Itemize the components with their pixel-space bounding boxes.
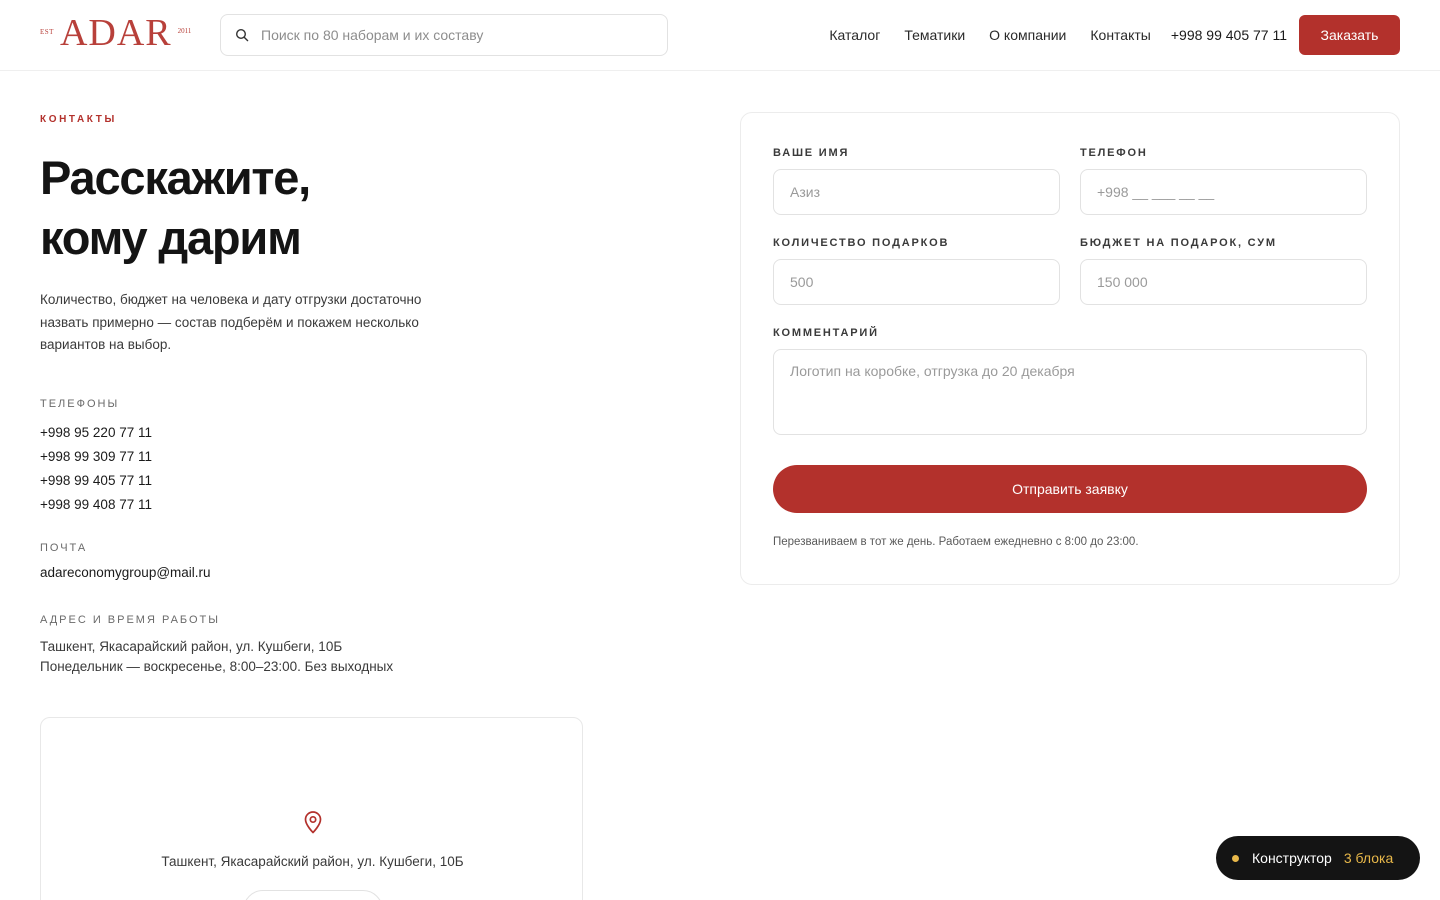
page-title-line-1: Расскажите, (40, 151, 311, 204)
page-title: Расскажите, кому дарим (40, 148, 460, 268)
nav-item-catalog[interactable]: Каталог (829, 22, 880, 48)
quantity-field[interactable] (773, 259, 1060, 305)
map-address: Ташкент, Якасарайский район, ул. Кушбеги… (161, 854, 464, 869)
working-hours: Понедельник — воскресенье, 8:00–23:00. Б… (40, 659, 394, 674)
map-open-button[interactable] (243, 890, 383, 900)
logo-est: EST (40, 28, 54, 36)
brand-logo[interactable]: EST ADAR 2011 (40, 14, 191, 52)
submit-button[interactable]: Отправить заявку (773, 465, 1367, 513)
comment-label: КОММЕНТАРИЙ (773, 327, 879, 339)
name-label: ВАШЕ ИМЯ (773, 147, 850, 159)
quantity-label: КОЛИЧЕСТВО ПОДАРКОВ (773, 237, 950, 249)
constructor-label: Конструктор (1252, 850, 1332, 866)
phone-item[interactable]: +998 99 408 77 11 (40, 493, 152, 517)
page-title-line-2: кому дарим (40, 211, 302, 264)
search-input[interactable] (261, 27, 641, 43)
phone-item[interactable]: +998 99 405 77 11 (40, 469, 152, 493)
email-label: ПОЧТА (40, 542, 88, 554)
address-label: АДРЕС И ВРЕМЯ РАБОТЫ (40, 614, 221, 626)
logo-wordmark: ADAR (59, 12, 172, 54)
form-note: Перезваниваем в тот же день. Работаем еж… (773, 536, 1139, 548)
address-block: Ташкент, Якасарайский район, ул. Кушбеги… (40, 637, 393, 677)
nav-item-contacts[interactable]: Контакты (1090, 22, 1150, 48)
email-link[interactable]: adareconomygroup@mail.ru (40, 565, 211, 580)
map-pin-icon (304, 811, 322, 834)
phone-label: ТЕЛЕФОН (1080, 147, 1148, 159)
comment-field[interactable] (773, 349, 1367, 435)
order-button[interactable]: Заказать (1299, 15, 1400, 55)
name-field[interactable] (773, 169, 1060, 215)
phones-list: +998 95 220 77 11 +998 99 309 77 11 +998… (40, 421, 152, 517)
constructor-count-badge: 3 блока (1343, 850, 1394, 866)
budget-label: БЮДЖЕТ НА ПОДАРОК, СУМ (1080, 237, 1277, 249)
constructor-button[interactable]: Конструктор 3 блока (1216, 836, 1420, 880)
main-nav: Каталог Тематики О компании Контакты +99… (805, 22, 1287, 48)
search-icon (235, 28, 249, 42)
map-card: Ташкент, Якасарайский район, ул. Кушбеги… (40, 717, 583, 900)
logo-year: 2011 (177, 27, 192, 35)
budget-field[interactable] (1080, 259, 1367, 305)
header-phone-link[interactable]: +998 99 405 77 11 (1171, 22, 1287, 48)
intro-text: Количество, бюджет на человека и дату от… (40, 292, 422, 352)
address-line: Ташкент, Якасарайский район, ул. Кушбеги… (40, 639, 343, 654)
phones-label: ТЕЛЕФОНЫ (40, 398, 120, 410)
section-eyebrow: КОНТАКТЫ (40, 114, 117, 125)
phone-item[interactable]: +998 99 309 77 11 (40, 445, 152, 469)
nav-item-about[interactable]: О компании (989, 22, 1066, 48)
nav-item-themes[interactable]: Тематики (904, 22, 965, 48)
request-form: ВАШЕ ИМЯ ТЕЛЕФОН КОЛИЧЕСТВО ПОДАРКОВ БЮД… (740, 112, 1400, 585)
status-dot-icon (1232, 854, 1239, 862)
search-box[interactable] (220, 14, 668, 56)
phone-field[interactable] (1080, 169, 1367, 215)
phone-item[interactable]: +998 95 220 77 11 (40, 421, 152, 445)
site-header: EST ADAR 2011 Каталог Тематики О компани… (0, 0, 1440, 71)
